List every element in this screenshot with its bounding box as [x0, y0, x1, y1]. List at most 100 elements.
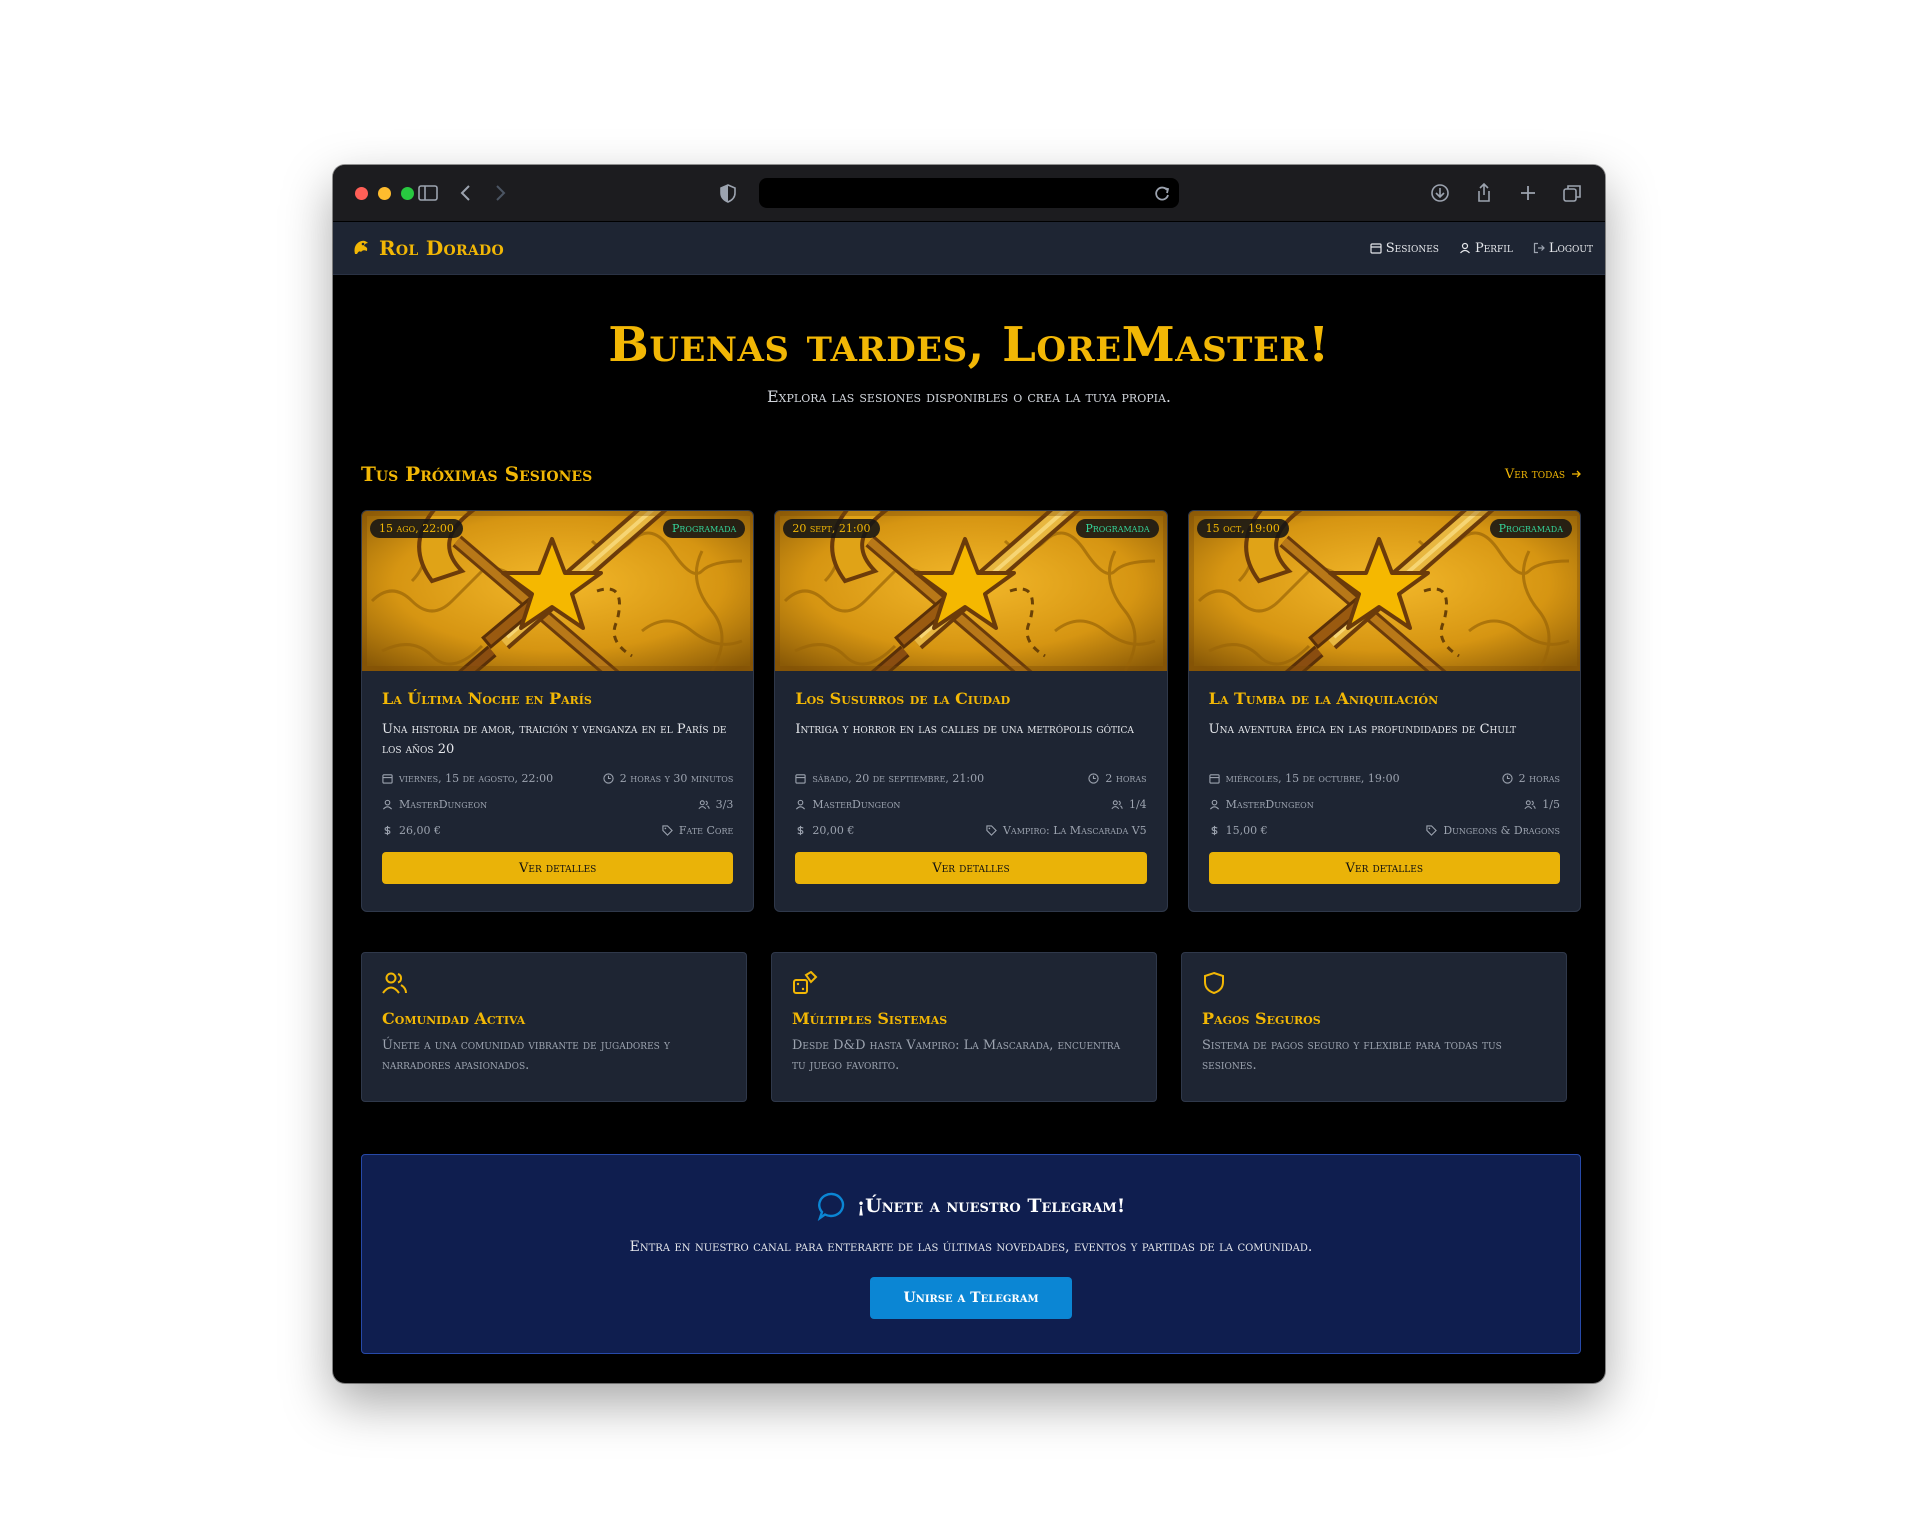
arrow-right-icon	[1572, 470, 1581, 478]
session-duration: 2 horas y 30 minutos	[619, 771, 734, 785]
session-players: 1/4	[1128, 797, 1147, 811]
users-icon	[382, 972, 407, 994]
join-telegram-button[interactable]: Unirse a Telegram	[870, 1277, 1072, 1319]
clock-icon	[1502, 772, 1513, 784]
user-icon	[382, 799, 393, 809]
session-price: 15,00 €	[1225, 823, 1268, 837]
forward-arrow-icon[interactable]	[489, 182, 511, 204]
reload-icon[interactable]	[1151, 182, 1173, 204]
nav-perfil-label: Perfil	[1474, 240, 1513, 256]
clock-icon	[603, 772, 614, 784]
feature-card: Pagos Seguros Sistema de pagos seguro y …	[1181, 952, 1567, 1102]
session-image: 20 sept, 21:00 Programada	[775, 511, 1166, 671]
session-players: 3/3	[715, 797, 734, 811]
session-image: 15 ago, 22:00 Programada	[362, 511, 753, 671]
view-all-label: Ver todas	[1504, 466, 1565, 482]
session-duration: 2 horas	[1518, 771, 1560, 785]
users-icon	[698, 799, 710, 809]
address-bar[interactable]	[759, 178, 1179, 208]
session-system: Dungeons & Dragons	[1443, 823, 1560, 837]
tag-icon	[986, 824, 997, 836]
session-duration: 2 horas	[1105, 771, 1147, 785]
brand-logo[interactable]: Rol Dorado	[351, 236, 504, 260]
privacy-shield-icon[interactable]	[717, 182, 739, 204]
session-date: miércoles, 15 de octubre, 19:00	[1225, 771, 1400, 785]
calendar-icon	[1370, 243, 1382, 254]
view-details-button[interactable]: Ver detalles	[795, 852, 1147, 884]
back-arrow-icon[interactable]	[455, 182, 477, 204]
share-icon[interactable]	[1473, 182, 1495, 204]
view-all-link[interactable]: Ver todas	[1505, 467, 1581, 482]
hero-subtitle: Explora las sesiones disponibles o crea …	[766, 387, 1171, 406]
user-icon	[796, 799, 806, 809]
dollar-icon	[1211, 825, 1218, 835]
tabs-overview-icon[interactable]	[1561, 182, 1583, 204]
telegram-description: Entra en nuestro canal para enterarte de…	[629, 1239, 1313, 1255]
session-master: MasterDungeon	[812, 797, 901, 811]
brand-name: Rol Dorado	[379, 236, 504, 260]
session-title: La Tumba de la Aniquilación	[1208, 689, 1439, 708]
status-badge: Programada	[662, 519, 746, 538]
session-price: 20,00 €	[812, 823, 855, 837]
session-card[interactable]: 20 sept, 21:00 Programada Los Susurros d…	[774, 510, 1168, 912]
session-date: sábado, 20 de septiembre, 21:00	[812, 771, 985, 785]
session-card[interactable]: 15 ago, 22:00 Programada La Última Noche…	[361, 510, 755, 912]
session-system: Vampiro: La Mascarada V5	[1002, 823, 1147, 837]
tag-icon	[1426, 824, 1438, 836]
dollar-icon	[797, 825, 804, 835]
user-icon	[1209, 799, 1219, 809]
clock-icon	[1088, 772, 1099, 784]
tag-icon	[662, 824, 673, 836]
nav-perfil-link[interactable]: Perfil	[1459, 241, 1513, 256]
new-tab-icon[interactable]	[1517, 182, 1539, 204]
dice-icon	[793, 970, 818, 994]
shield-icon	[1204, 971, 1224, 995]
feature-card: Múltiples Sistemas Desde D&D hasta Vampi…	[771, 952, 1157, 1102]
dragon-logo-icon	[354, 240, 368, 254]
session-description: Una historia de amor, traición y venganz…	[382, 722, 727, 757]
view-details-button[interactable]: Ver detalles	[382, 852, 734, 884]
session-title: La Última Noche en París	[382, 689, 592, 708]
feature-title: Comunidad Activa	[382, 1009, 526, 1028]
telegram-title: ¡Únete a nuestro Telegram!	[856, 1195, 1126, 1217]
session-players: 1/5	[1542, 797, 1560, 811]
session-master: MasterDungeon	[399, 797, 488, 811]
chat-bubble-icon	[817, 1192, 844, 1221]
view-details-button[interactable]: Ver detalles	[1208, 852, 1560, 884]
download-icon[interactable]	[1429, 182, 1451, 204]
hero-title: Buenas tardes, LoreMaster!	[608, 317, 1330, 373]
session-card[interactable]: 15 oct, 19:00 Programada La Tumba de la …	[1187, 510, 1581, 912]
feature-title: Múltiples Sistemas	[792, 1009, 948, 1028]
feature-text: Únete a una comunidad vibrante de jugado…	[382, 1038, 670, 1073]
sidebar-toggle-icon[interactable]	[417, 182, 439, 204]
site-navbar: Rol Dorado Sesiones Perfil Logout	[333, 222, 1605, 275]
session-description: Intriga y horror en las calles de una me…	[795, 722, 1134, 737]
session-description: Una aventura épica en las profundidades …	[1208, 722, 1517, 737]
browser-chrome	[333, 165, 1605, 222]
dollar-icon	[384, 825, 391, 835]
status-badge: Programada	[1489, 519, 1572, 538]
session-system: Fate Core	[678, 823, 734, 837]
nav-sesiones-link[interactable]: Sesiones	[1370, 241, 1439, 256]
calendar-icon	[795, 773, 806, 784]
sessions-list: 15 ago, 22:00 Programada La Última Noche…	[361, 510, 1581, 912]
logout-icon	[1533, 242, 1545, 254]
users-icon	[1111, 799, 1123, 809]
user-icon	[1460, 242, 1470, 254]
window-controls	[355, 186, 414, 200]
maximize-window-button[interactable]	[401, 186, 414, 200]
feature-card: Comunidad Activa Únete a una comunidad v…	[361, 952, 747, 1102]
session-master: MasterDungeon	[1225, 797, 1314, 811]
features-section: Comunidad Activa Únete a una comunidad v…	[361, 952, 1581, 1102]
users-icon	[1524, 799, 1536, 809]
nav-logout-link[interactable]: Logout	[1533, 241, 1593, 256]
date-badge: 15 ago, 22:00	[370, 519, 463, 538]
minimize-window-button[interactable]	[378, 186, 391, 200]
sessions-title: Tus Próximas Sesiones	[361, 462, 593, 486]
close-window-button[interactable]	[355, 186, 368, 200]
date-badge: 20 sept, 21:00	[783, 519, 880, 538]
nav-sesiones-label: Sesiones	[1385, 240, 1439, 256]
date-badge: 15 oct, 19:00	[1196, 519, 1289, 538]
calendar-icon	[1209, 773, 1220, 784]
feature-text: Desde D&D hasta Vampiro: La Mascarada, e…	[792, 1038, 1121, 1073]
